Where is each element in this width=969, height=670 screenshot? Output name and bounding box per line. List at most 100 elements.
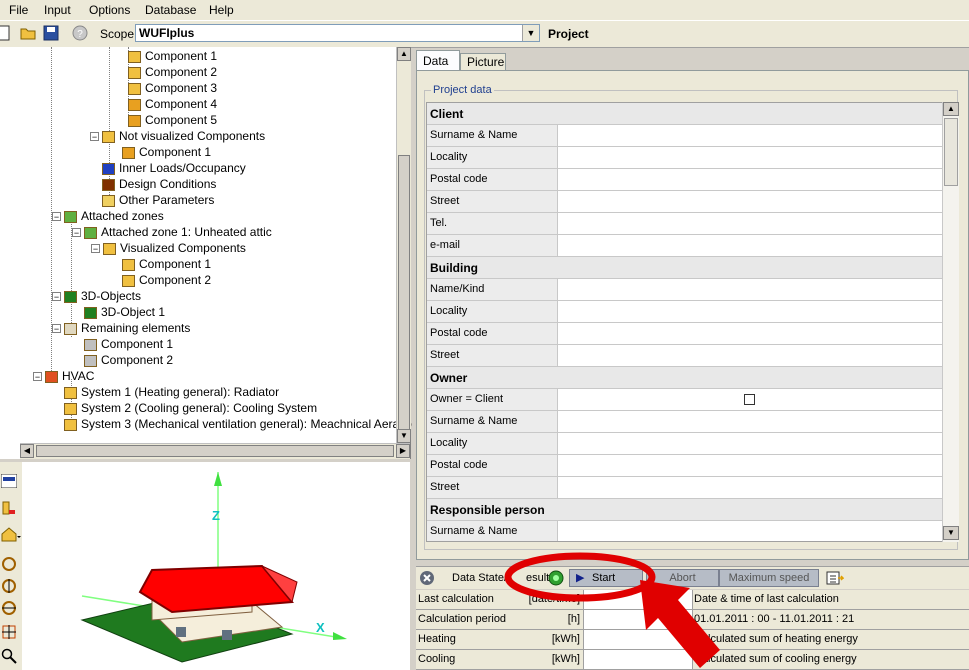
form-row: Surname & Name xyxy=(427,411,943,433)
form-input[interactable] xyxy=(557,323,943,344)
form-label: Locality xyxy=(430,305,468,317)
tree-item[interactable]: − HVAC xyxy=(33,368,94,384)
menu-database[interactable]: Database xyxy=(145,3,196,17)
tree-item[interactable]: 3D-Object 1 xyxy=(84,304,165,320)
form-checkbox-cell[interactable] xyxy=(557,389,943,410)
form-input[interactable] xyxy=(557,301,943,322)
wall-view-icon[interactable] xyxy=(1,500,17,516)
tree-vertical-scrollbar[interactable]: ▲ ▼ xyxy=(396,47,411,443)
new-file-icon[interactable] xyxy=(0,25,12,41)
maximum-speed-button[interactable]: Maximum speed xyxy=(719,569,819,587)
collapse-icon[interactable]: − xyxy=(33,372,42,382)
menu-help[interactable]: Help xyxy=(209,3,234,17)
tree-item[interactable]: System 2 (Cooling general): Cooling Syst… xyxy=(64,400,317,416)
tree-item[interactable]: Component 1 xyxy=(84,336,173,352)
tree-item[interactable]: Component 4 xyxy=(128,96,217,112)
form-input[interactable] xyxy=(557,455,943,476)
form-scroll-down-icon[interactable]: ▼ xyxy=(943,526,959,540)
form-input[interactable] xyxy=(557,477,943,498)
tree-item[interactable]: Component 1 xyxy=(122,256,211,272)
tree-horizontal-scrollbar[interactable]: ◀ ▶ xyxy=(20,443,410,459)
rotate-y-icon[interactable] xyxy=(1,578,17,594)
window-view-icon[interactable] xyxy=(1,474,17,488)
zoom-icon[interactable] xyxy=(1,648,17,664)
form-input[interactable] xyxy=(557,521,943,541)
tree-item[interactable]: Component 2 xyxy=(122,272,211,288)
tree-item[interactable]: − Attached zones xyxy=(52,208,164,224)
form-input[interactable] xyxy=(557,191,943,212)
scroll-down-icon[interactable]: ▼ xyxy=(397,429,411,443)
tree-item[interactable]: Component 3 xyxy=(128,80,217,96)
open-folder-icon[interactable] xyxy=(20,25,36,41)
form-input[interactable] xyxy=(557,169,943,190)
tree-item[interactable]: Component 1 xyxy=(128,48,217,64)
scroll-up-icon[interactable]: ▲ xyxy=(397,47,411,61)
tree-item[interactable]: − 3D-Objects xyxy=(52,288,141,304)
form-row: Locality xyxy=(427,147,943,169)
tree-item[interactable]: − Visualized Components xyxy=(91,240,246,256)
tree-item[interactable]: Component 1 xyxy=(122,144,211,160)
window-icon xyxy=(128,98,141,111)
form-input[interactable] xyxy=(557,345,943,366)
tree-item[interactable]: Design Conditions xyxy=(102,176,216,192)
form-scroll-up-icon[interactable]: ▲ xyxy=(943,102,959,116)
help-icon[interactable]: ? xyxy=(72,25,88,41)
rotate-icon[interactable] xyxy=(1,556,17,572)
tab-data[interactable]: Data xyxy=(416,50,460,71)
tree-item[interactable]: Component 2 xyxy=(128,64,217,80)
form-row: e-mail xyxy=(427,235,943,257)
form-row: Postal code xyxy=(427,323,943,345)
house-view-icon[interactable] xyxy=(1,526,21,542)
tree-item[interactable]: Component 2 xyxy=(84,352,173,368)
move-icon[interactable] xyxy=(1,624,17,640)
collapse-icon[interactable]: − xyxy=(72,228,81,238)
tab-picture[interactable]: Picture xyxy=(460,53,506,70)
close-icon[interactable] xyxy=(419,570,435,586)
tree-item[interactable]: − Not visualized Components xyxy=(90,128,265,144)
zone-icon xyxy=(64,210,77,223)
collapse-icon[interactable]: − xyxy=(90,132,99,142)
tree-item[interactable]: System 3 (Mechanical ventilation general… xyxy=(64,416,412,432)
form-input[interactable] xyxy=(557,411,943,432)
menu-file[interactable]: File xyxy=(9,3,28,17)
form-input[interactable] xyxy=(557,213,943,234)
tree-item[interactable]: System 1 (Heating general): Radiator xyxy=(64,384,279,400)
form-scroll-thumb[interactable] xyxy=(944,118,958,186)
scroll-left-icon[interactable]: ◀ xyxy=(20,444,34,458)
tree-item[interactable]: Component 5 xyxy=(128,112,217,128)
save-icon[interactable] xyxy=(43,25,59,41)
form-row: Tel. xyxy=(427,213,943,235)
3d-view[interactable]: Z X xyxy=(22,462,410,670)
scope-select[interactable]: WUFIplus ▼ xyxy=(135,24,540,42)
tree-item[interactable]: Other Parameters xyxy=(102,192,214,208)
collapse-icon[interactable]: − xyxy=(91,244,100,254)
form-input[interactable] xyxy=(557,235,943,256)
form-input[interactable] xyxy=(557,279,943,300)
collapse-icon[interactable]: − xyxy=(52,212,61,222)
tree-item[interactable]: − Attached zone 1: Unheated attic xyxy=(72,224,272,240)
form-input[interactable] xyxy=(557,433,943,454)
form-vertical-scrollbar[interactable]: ▲ ▼ xyxy=(942,102,959,542)
rotate-z-icon[interactable] xyxy=(1,600,17,616)
collapse-icon[interactable]: − xyxy=(52,324,61,334)
form-input[interactable] xyxy=(557,147,943,168)
start-button[interactable]: ▶ Start xyxy=(569,569,643,587)
tree-scroll-thumb[interactable] xyxy=(398,155,410,435)
form-section-header: Owner xyxy=(427,367,942,389)
collapse-icon[interactable]: − xyxy=(52,292,61,302)
window-icon xyxy=(122,146,135,159)
form-input[interactable] xyxy=(557,125,943,146)
abort-button[interactable]: Abort xyxy=(646,569,719,587)
system-icon xyxy=(64,418,77,431)
form-label: Surname & Name xyxy=(430,415,518,427)
menu-input[interactable]: Input xyxy=(44,3,71,17)
owner-client-checkbox[interactable] xyxy=(744,394,755,405)
tree-hscroll-thumb[interactable] xyxy=(36,445,394,457)
elements-icon xyxy=(64,322,77,335)
scroll-right-icon[interactable]: ▶ xyxy=(396,444,410,458)
tree-item[interactable]: Inner Loads/Occupancy xyxy=(102,160,246,176)
menu-options[interactable]: Options xyxy=(89,3,130,17)
tree-item[interactable]: − Remaining elements xyxy=(52,320,190,336)
chevron-down-icon[interactable]: ▼ xyxy=(522,25,539,41)
export-icon[interactable] xyxy=(826,570,844,586)
